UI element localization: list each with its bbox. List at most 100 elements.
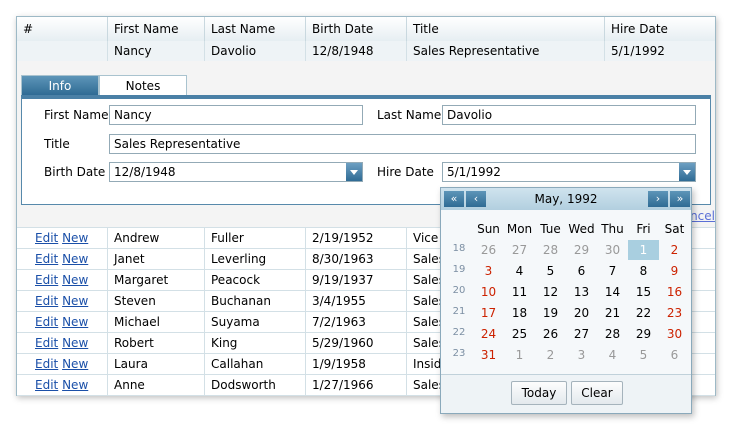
edit-link[interactable]: Edit xyxy=(35,336,58,350)
calendar-day[interactable]: 3 xyxy=(473,261,504,281)
calendar-day[interactable]: 4 xyxy=(504,261,535,281)
hire-date-label: Hire Date xyxy=(377,165,434,179)
calendar-day[interactable]: 25 xyxy=(504,324,535,344)
birth-date-picker[interactable]: 12/8/1948 xyxy=(109,162,363,182)
birth-date-cell: 5/29/1960 xyxy=(306,333,407,353)
prev-month-button[interactable]: ‹ xyxy=(466,191,486,207)
new-link[interactable]: New xyxy=(62,315,88,329)
column-header-first-name[interactable]: First Name xyxy=(108,17,205,41)
table-row-selected[interactable]: Nancy Davolio 12/8/1948 Sales Representa… xyxy=(17,41,715,62)
calendar-day[interactable]: 1 xyxy=(504,345,535,365)
calendar-day[interactable]: 26 xyxy=(473,240,504,260)
calendar-day[interactable]: 6 xyxy=(566,261,597,281)
edit-link[interactable]: Edit xyxy=(35,231,58,245)
new-link[interactable]: New xyxy=(62,357,88,371)
first-name-field[interactable]: Nancy xyxy=(109,105,363,125)
calendar-day[interactable]: 26 xyxy=(535,324,566,344)
first-name-cell: Nancy xyxy=(108,41,205,61)
tab-notes[interactable]: Notes xyxy=(99,75,187,95)
calendar-day[interactable]: 28 xyxy=(535,240,566,260)
new-link[interactable]: New xyxy=(62,273,88,287)
calendar-day[interactable]: 19 xyxy=(535,303,566,323)
hire-date-dropdown-icon[interactable] xyxy=(679,163,695,181)
day-of-week-header: Sun xyxy=(477,222,500,236)
first-name-cell: Robert xyxy=(108,333,205,353)
calendar-day[interactable]: 17 xyxy=(473,303,504,323)
edit-link[interactable]: Edit xyxy=(35,315,58,329)
calendar-month-title[interactable]: May, 1992 xyxy=(501,188,631,210)
calendar-day[interactable]: 13 xyxy=(566,282,597,302)
day-of-week-header: Tue xyxy=(540,222,561,236)
next-year-button[interactable]: » xyxy=(670,191,690,207)
calendar-day[interactable]: 23 xyxy=(659,303,690,323)
calendar-day[interactable]: 27 xyxy=(504,240,535,260)
calendar-day[interactable]: 24 xyxy=(473,324,504,344)
hire-date-picker[interactable]: 5/1/1992 xyxy=(442,162,696,182)
calendar-day[interactable]: 31 xyxy=(473,345,504,365)
calendar-day[interactable]: 7 xyxy=(597,261,628,281)
new-link[interactable]: New xyxy=(62,252,88,266)
column-header-birth-date[interactable]: Birth Date xyxy=(306,17,407,41)
column-header-number[interactable]: # xyxy=(17,17,108,41)
edit-link[interactable]: Edit xyxy=(35,378,58,392)
new-link[interactable]: New xyxy=(62,294,88,308)
calendar-day[interactable]: 11 xyxy=(504,282,535,302)
calendar-day[interactable]: 22 xyxy=(628,303,659,323)
birth-date-cell: 1/9/1958 xyxy=(306,354,407,374)
calendar-day[interactable]: 28 xyxy=(597,324,628,344)
calendar-day[interactable]: 9 xyxy=(659,261,690,281)
calendar-day[interactable]: 16 xyxy=(659,282,690,302)
calendar-day[interactable]: 5 xyxy=(535,261,566,281)
week-number: 18 xyxy=(452,243,466,254)
today-button[interactable]: Today xyxy=(511,381,567,405)
new-link[interactable]: New xyxy=(62,336,88,350)
calendar-day[interactable]: 6 xyxy=(659,345,690,365)
last-name-cell: Suyama xyxy=(205,312,306,332)
birth-date-dropdown-icon[interactable] xyxy=(346,163,362,181)
clear-button[interactable]: Clear xyxy=(571,381,623,405)
edit-link[interactable]: Edit xyxy=(35,357,58,371)
calendar-day[interactable]: 20 xyxy=(566,303,597,323)
calendar-day[interactable]: 18 xyxy=(504,303,535,323)
birth-date-label: Birth Date xyxy=(44,165,106,179)
first-name-cell: Andrew xyxy=(108,228,205,248)
next-month-button[interactable]: › xyxy=(648,191,668,207)
calendar-day[interactable]: 5 xyxy=(628,345,659,365)
edit-link[interactable]: Edit xyxy=(35,273,58,287)
last-name-cell: Buchanan xyxy=(205,291,306,311)
calendar-day[interactable]: 2 xyxy=(659,240,690,260)
last-name-cell: Fuller xyxy=(205,228,306,248)
new-link[interactable]: New xyxy=(62,231,88,245)
calendar-day[interactable]: 2 xyxy=(535,345,566,365)
last-name-cell: Davolio xyxy=(205,41,306,61)
calendar-day[interactable]: 27 xyxy=(566,324,597,344)
edit-link[interactable]: Edit xyxy=(35,252,58,266)
column-header-hire-date[interactable]: Hire Date xyxy=(605,17,715,41)
first-name-cell: Laura xyxy=(108,354,205,374)
calendar-day[interactable]: 3 xyxy=(566,345,597,365)
week-number: 21 xyxy=(452,306,466,317)
column-header-title[interactable]: Title xyxy=(407,17,605,41)
calendar-day[interactable]: 8 xyxy=(628,261,659,281)
calendar-day[interactable]: 21 xyxy=(597,303,628,323)
calendar-day[interactable]: 12 xyxy=(535,282,566,302)
last-name-field[interactable]: Davolio xyxy=(442,105,696,125)
edit-link[interactable]: Edit xyxy=(35,294,58,308)
new-link[interactable]: New xyxy=(62,378,88,392)
calendar-day[interactable]: 4 xyxy=(597,345,628,365)
prev-year-button[interactable]: « xyxy=(444,191,464,207)
column-header-last-name[interactable]: Last Name xyxy=(205,17,306,41)
calendar-day[interactable]: 10 xyxy=(473,282,504,302)
tab-info[interactable]: Info xyxy=(21,75,99,95)
calendar-day[interactable]: 29 xyxy=(628,324,659,344)
calendar-day[interactable]: 30 xyxy=(597,240,628,260)
title-field[interactable]: Sales Representative xyxy=(109,134,696,154)
calendar-day[interactable]: 15 xyxy=(628,282,659,302)
calendar-day[interactable]: 30 xyxy=(659,324,690,344)
calendar-day-selected[interactable]: 1 xyxy=(628,240,659,260)
birth-date-cell: 9/19/1937 xyxy=(306,270,407,290)
week-number: 19 xyxy=(452,264,466,275)
hire-date-cell: 5/1/1992 xyxy=(611,44,665,58)
calendar-day[interactable]: 29 xyxy=(566,240,597,260)
calendar-day[interactable]: 14 xyxy=(597,282,628,302)
